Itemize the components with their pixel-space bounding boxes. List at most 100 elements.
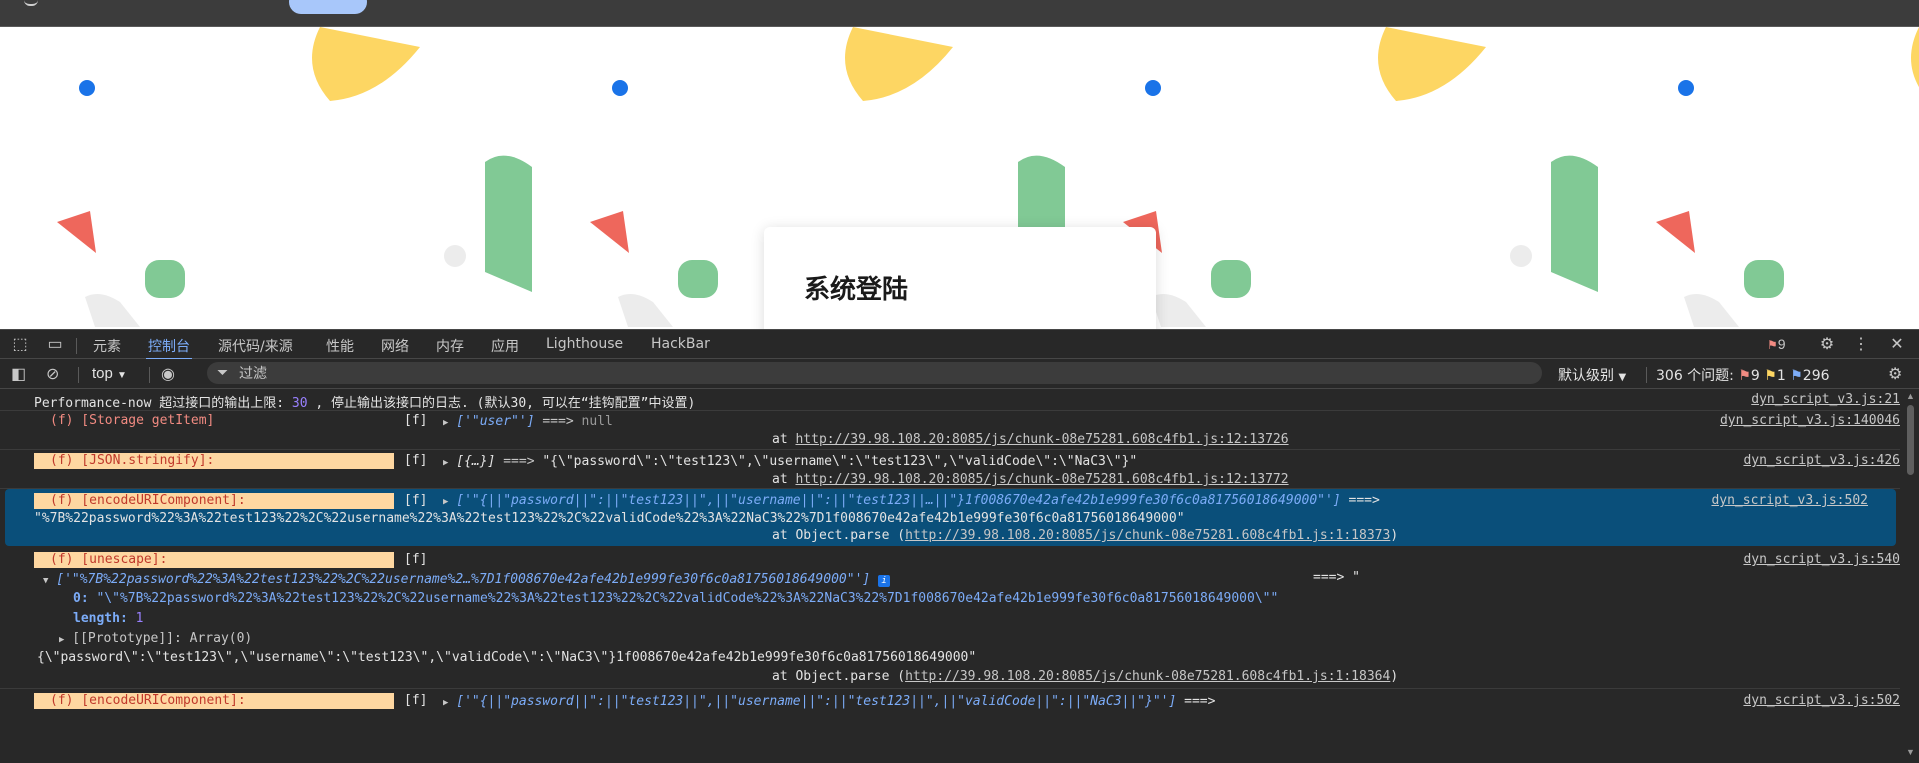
args: ['"{||"password||":||"test123||",||"user…: [456, 694, 1177, 709]
args-line[interactable]: ▶ ['"user"'] ===> null: [443, 414, 613, 429]
divider: [149, 367, 150, 383]
result: "{\"password\":\"test123\",\"username\":…: [542, 454, 1138, 469]
collapse-triangle-icon: ▼: [43, 576, 49, 586]
filter-input[interactable]: [237, 364, 641, 384]
tab-lighthouse[interactable]: Lighthouse: [546, 336, 623, 352]
context-selector[interactable]: top ▼: [92, 365, 127, 382]
hook-label: (f) [Storage getItem]: [50, 413, 215, 428]
stack-location: at http://39.98.108.20:8085/js/chunk-08e…: [772, 432, 1289, 447]
tab-application[interactable]: 应用: [491, 336, 519, 356]
tab-sources[interactable]: 源代码/来源: [218, 336, 293, 356]
console-settings-gear-icon[interactable]: ⚙: [1888, 364, 1902, 384]
prototype-line[interactable]: ▶ [[Prototype]]: Array(0): [59, 631, 252, 646]
divider: [78, 367, 79, 383]
source-link[interactable]: dyn_script_v3.js:502: [1640, 693, 1900, 708]
close-icon[interactable]: ✕: [1888, 336, 1906, 354]
error-count-badge[interactable]: ⚑9: [1767, 336, 1786, 352]
args-line[interactable]: ▶ ['"{||"password||":||"test123||",||"us…: [443, 694, 1215, 709]
console-message-selected[interactable]: (f) [encodeURIComponent]: [f] ▶ ['"{||"p…: [5, 489, 1896, 546]
console-message[interactable]: (f) [unescape]: [f] ▼ ['"%7B%22password%…: [0, 546, 1900, 689]
args: ['"{||"password||":||"test123||",||"user…: [456, 493, 1341, 508]
console-message[interactable]: (f) [JSON.stringify]: [f] ▶ [{…}] ===> "…: [0, 450, 1900, 489]
args: ['"%7B%22password%22%3A%22test123%22%2C%…: [56, 572, 871, 587]
issues-counter[interactable]: 306 个问题: ⚑9 ⚑1 ⚑296: [1656, 365, 1830, 385]
scroll-up-icon[interactable]: ▲: [1906, 391, 1915, 401]
item-key: 0:: [73, 591, 89, 606]
tab-console[interactable]: 控制台: [146, 336, 192, 360]
filter-box[interactable]: ⏷: [207, 362, 1542, 384]
tab-elements[interactable]: 元素: [93, 336, 121, 356]
more-options-icon[interactable]: ⋮: [1852, 336, 1870, 354]
stack-url[interactable]: http://39.98.108.20:8085/js/chunk-08e752…: [905, 528, 1390, 543]
clear-console-icon[interactable]: ⊘: [46, 364, 59, 384]
issue-info-icon: ⚑: [1790, 368, 1803, 384]
message-text: Performance-now 超过接口的输出上限: 30 , 停止输出该接口的…: [34, 392, 695, 411]
issue-warning-icon: ⚑: [1764, 368, 1777, 384]
settings-gear-icon[interactable]: ⚙: [1818, 336, 1836, 354]
args-line[interactable]: ▶ [{…}] ===> "{\"password\":\"test123\",…: [443, 454, 1137, 469]
args-line[interactable]: ▶ ['"{||"password||":||"test123||",||"us…: [443, 493, 1388, 508]
hook-badge: (f) [encodeURIComponent]:: [34, 493, 394, 509]
tab-network[interactable]: 网络: [381, 336, 409, 356]
tab-performance[interactable]: 性能: [326, 336, 354, 356]
expand-triangle-icon: ▶: [443, 497, 449, 507]
console-message[interactable]: (f) [encodeURIComponent]: [f] ▶ ['"{||"p…: [0, 689, 1900, 719]
at-label: at Object.parse (: [772, 669, 906, 684]
result: null: [581, 414, 613, 429]
chevron-down-icon: ▼: [1618, 372, 1627, 383]
close-paren: ): [1390, 669, 1399, 684]
login-title: 系统登陆: [804, 275, 909, 305]
active-tab-pill[interactable]: [289, 0, 367, 14]
function-bracket: [f]: [404, 453, 428, 468]
issues-errors: 9: [1750, 368, 1760, 384]
function-bracket: [f]: [404, 413, 428, 428]
stack-url[interactable]: http://39.98.108.20:8085/js/chunk-08e752…: [905, 669, 1390, 684]
error-count: 9: [1777, 336, 1786, 352]
inspect-element-icon[interactable]: ⬚: [11, 336, 29, 354]
devtools-panel: ⬚ ▭ 元素 控制台 源代码/来源 性能 网络 内存 应用 Lighthouse…: [0, 329, 1919, 763]
info-icon[interactable]: i: [878, 575, 891, 587]
close-paren: ): [1390, 528, 1399, 543]
console-message[interactable]: (f) [Storage getItem] [f] ▶ ['"user"'] =…: [0, 411, 1900, 450]
result: "%7B%22password%22%3A%22test123%22%2C%22…: [34, 511, 1185, 526]
arrow: ===>: [495, 454, 543, 469]
tab-hackbar[interactable]: HackBar: [651, 336, 710, 352]
arrow: ===>: [1176, 694, 1216, 709]
issues-info: 296: [1802, 368, 1830, 384]
device-toolbar-icon[interactable]: ▭: [46, 336, 64, 354]
message-prefix: Performance-now 超过接口的输出上限:: [34, 396, 292, 411]
arrow: ===> ": [1313, 570, 1360, 585]
stack-url[interactable]: http://39.98.108.20:8085/js/chunk-08e752…: [795, 432, 1288, 447]
scroll-down-icon[interactable]: ▼: [1906, 747, 1915, 757]
args-line[interactable]: ▼ ['"%7B%22password%22%3A%22test123%22%2…: [43, 572, 891, 587]
source-link[interactable]: dyn_script_v3.js:502: [1608, 493, 1868, 508]
stack-location: at Object.parse (http://39.98.108.20:808…: [772, 528, 1398, 543]
context-value: top: [92, 365, 113, 382]
source-link[interactable]: dyn_script_v3.js:21: [1640, 392, 1900, 407]
limit-value: 30: [291, 396, 308, 411]
function-bracket: [f]: [404, 493, 428, 508]
stack-url[interactable]: http://39.98.108.20:8085/js/chunk-08e752…: [795, 472, 1288, 487]
devtools-tab-bar: ⬚ ▭ 元素 控制台 源代码/来源 性能 网络 内存 应用 Lighthouse…: [0, 329, 1919, 360]
tab-memory[interactable]: 内存: [436, 336, 464, 356]
console-message[interactable]: Performance-now 超过接口的输出上限: 30 , 停止输出该接口的…: [0, 389, 1900, 411]
source-link[interactable]: dyn_script_v3.js:140046: [1640, 413, 1900, 428]
args: ['"user"']: [456, 414, 535, 429]
at-label: at: [772, 472, 796, 487]
sidebar-toggle-icon[interactable]: ◧: [11, 364, 26, 384]
source-link[interactable]: dyn_script_v3.js:426: [1640, 453, 1900, 468]
scrollbar-thumb[interactable]: [1907, 405, 1914, 475]
message-suffix: , 停止输出该接口的日志. (默认30, 可以在“挂钩配置”中设置): [307, 396, 696, 411]
at-label: at: [772, 432, 796, 447]
console-scrollbar[interactable]: ▲ ▼: [1905, 389, 1917, 763]
arrow: ===>: [534, 414, 582, 429]
live-expression-eye-icon[interactable]: ◉: [161, 364, 175, 384]
prototype-label: [[Prototype]]: Array(0): [72, 631, 253, 646]
log-level-dropdown[interactable]: 默认级别 ▼: [1558, 365, 1626, 385]
args: [{…}]: [456, 454, 496, 469]
login-card: 系统登陆: [764, 227, 1156, 329]
filter-icon: ⏷: [217, 364, 229, 380]
expand-triangle-icon: ▶: [443, 418, 449, 428]
function-bracket: [f]: [404, 552, 428, 567]
source-link[interactable]: dyn_script_v3.js:540: [1640, 552, 1900, 567]
